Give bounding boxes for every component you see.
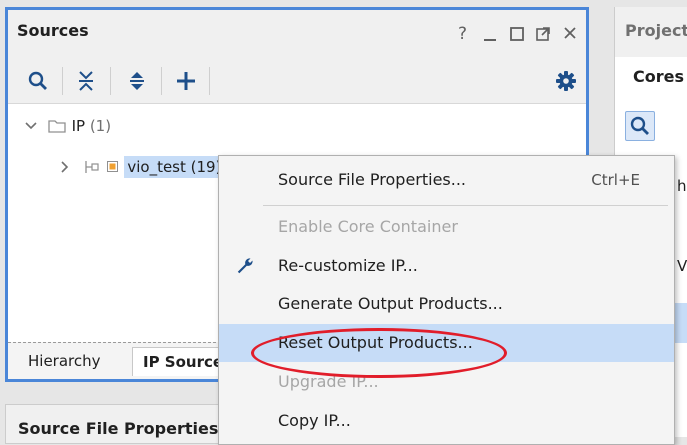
ip-core-icon: [106, 161, 118, 172]
menu-item-label: Source File Properties...: [278, 170, 467, 189]
menu-separator: [263, 205, 668, 206]
search-icon[interactable]: [26, 69, 50, 93]
chevron-right-icon[interactable]: [58, 155, 72, 179]
menu-item-copy-ip[interactable]: Copy IP...: [219, 402, 674, 440]
panel-title: Sources: [17, 21, 89, 40]
sources-toolbar: [8, 59, 586, 104]
menu-item-label: Enable Core Container: [278, 217, 458, 236]
maximize-icon[interactable]: [509, 24, 525, 49]
menu-item-re-customize-ip[interactable]: Re-customize IP...: [219, 247, 674, 285]
tree-row-vio-test[interactable]: vio_test (19): [58, 155, 225, 179]
panel-title: Project: [625, 21, 687, 40]
add-icon[interactable]: [174, 69, 198, 93]
hierarchy-icon: [85, 161, 99, 173]
tab-hierarchy[interactable]: Hierarchy: [18, 347, 111, 375]
menu-item-label: Copy IP...: [278, 411, 351, 430]
tree-count: (1): [89, 117, 112, 135]
tab-cores[interactable]: Cores: [633, 67, 684, 86]
gear-icon[interactable]: [554, 69, 578, 93]
tree-label: vio_test: [127, 158, 186, 176]
menu-item-reset-output-products[interactable]: Reset Output Products...: [219, 324, 674, 362]
close-icon[interactable]: [562, 24, 578, 49]
toolbar-separator: [209, 67, 210, 95]
tree-row-ip[interactable]: IP (1): [24, 114, 111, 138]
context-menu: Source File Properties... Ctrl+E Enable …: [218, 155, 675, 445]
menu-item-label: Reset Output Products...: [278, 333, 473, 352]
tree-label: IP: [71, 117, 86, 135]
chevron-down-icon[interactable]: [24, 114, 38, 138]
selection-highlight: [675, 303, 687, 343]
menu-item-label: Generate Output Products...: [278, 294, 503, 313]
toolbar-separator: [62, 67, 63, 95]
collapse-all-icon[interactable]: [74, 69, 98, 93]
panel-title: Source File Properties: [18, 419, 219, 438]
wrench-icon: [235, 256, 255, 280]
sources-header: Sources ?: [8, 10, 586, 59]
minimize-icon[interactable]: [482, 24, 498, 49]
menu-item-enable-core-container: Enable Core Container: [219, 208, 674, 246]
menu-item-source-file-properties[interactable]: Source File Properties... Ctrl+E: [219, 161, 674, 199]
menu-item-upgrade-ip: Upgrade IP...: [219, 363, 674, 401]
menu-item-generate-output-products[interactable]: Generate Output Products...: [219, 285, 674, 323]
menu-item-label: Upgrade IP...: [278, 372, 379, 391]
list-item: h: [677, 177, 687, 195]
menu-item-label: Re-customize IP...: [278, 256, 418, 275]
menu-shortcut: Ctrl+E: [591, 171, 640, 189]
folder-icon: [48, 120, 66, 133]
toolbar-separator: [161, 67, 162, 95]
search-icon: [630, 116, 649, 135]
tree-count: (19): [190, 158, 222, 176]
search-button[interactable]: [625, 111, 655, 141]
tree-selection: vio_test (19): [124, 156, 225, 178]
help-icon[interactable]: ?: [458, 24, 467, 44]
toolbar-separator: [110, 67, 111, 95]
float-icon[interactable]: [535, 24, 551, 49]
list-item: V: [677, 257, 687, 275]
expand-all-icon[interactable]: [125, 69, 149, 93]
